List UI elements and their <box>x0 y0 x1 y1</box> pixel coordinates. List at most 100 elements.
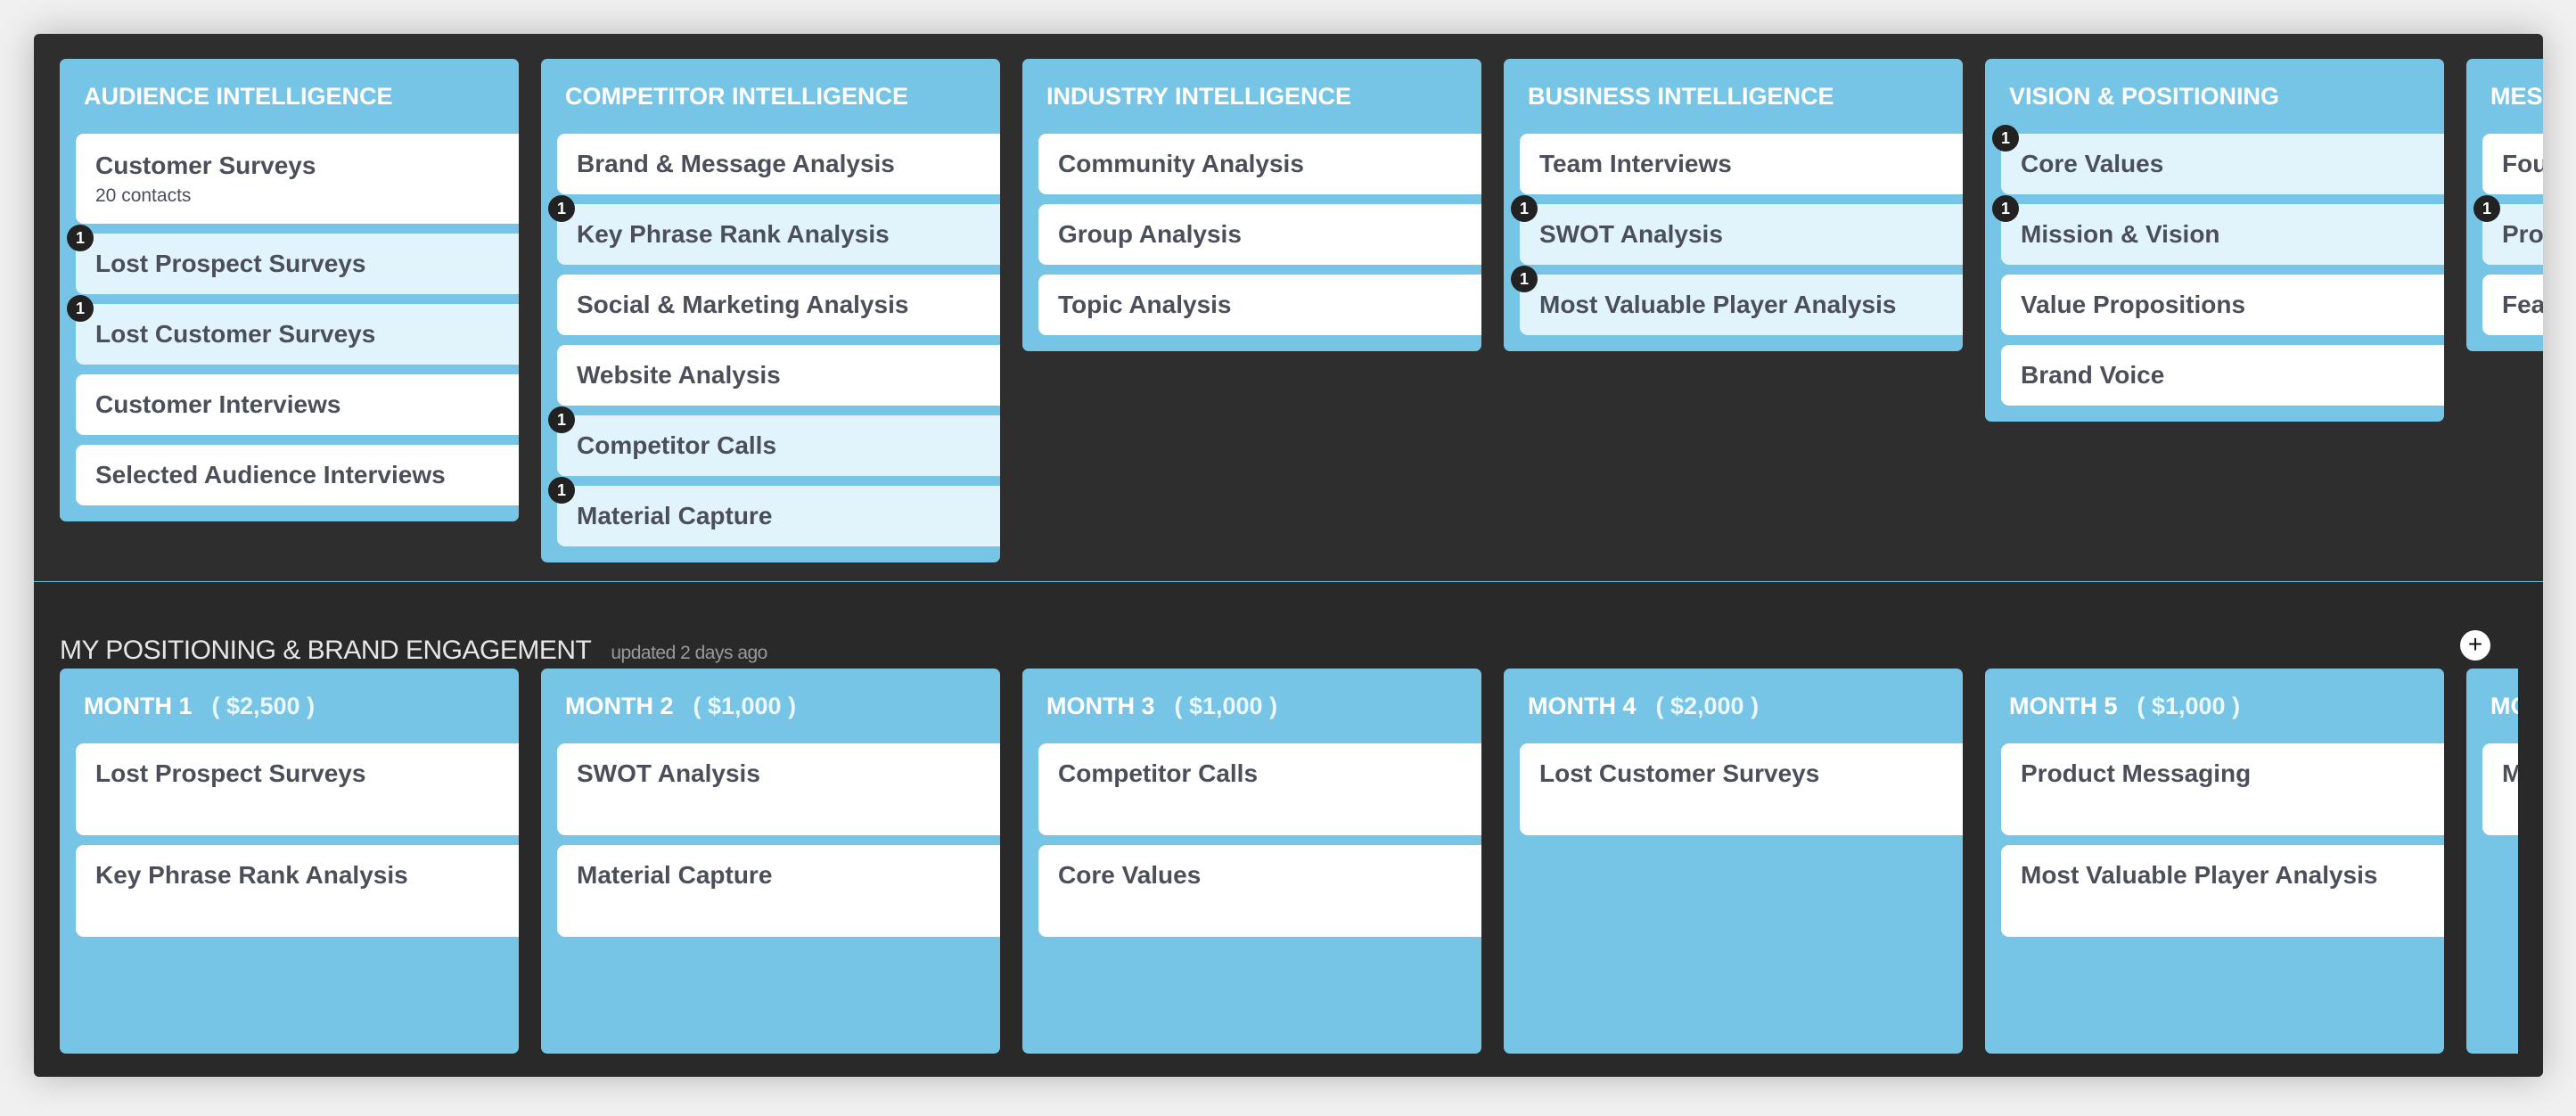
engagement-section: MY POSITIONING & BRAND ENGAGEMENT updated… <box>34 581 2543 1077</box>
list-item[interactable]: Fea <box>2482 275 2543 335</box>
month-label: MONTH 2 <box>565 693 674 719</box>
count-badge: 1 <box>1511 195 1538 222</box>
item-label: Core Values <box>2021 150 2164 177</box>
item-label: Lost Customer Surveys <box>1539 759 1820 787</box>
item-label: Website Analysis <box>577 361 781 389</box>
column-title: INDUSTRY INTELLIGENCE <box>1046 83 1352 110</box>
month-item[interactable]: Material Capture <box>557 845 1000 937</box>
list-item[interactable]: Brand & Message Analysis <box>557 134 1000 194</box>
list-item[interactable]: Team Interviews <box>1520 134 1963 194</box>
item-label: Fea <box>2502 291 2543 318</box>
board-panel: AUDIENCE INTELLIGENCE Customer Surveys 20 … <box>34 34 2543 1077</box>
list-item[interactable]: Lost Prospect Surveys 1 <box>67 225 519 294</box>
category-column: COMPETITOR INTELLIGENCE Brand & Message A… <box>541 59 1000 562</box>
item-label: Most Valuable Player Analysis <box>1539 291 1897 318</box>
item-label: Fou <box>2502 150 2543 177</box>
list-item[interactable]: Social & Marketing Analysis <box>557 275 1000 335</box>
item-label: Competitor Calls <box>1058 759 1259 787</box>
list-item[interactable]: Customer Surveys 20 contacts <box>76 134 519 224</box>
updated-timestamp: updated 2 days ago <box>611 643 767 663</box>
month-item[interactable]: Competitor Calls <box>1038 743 1481 835</box>
list-item[interactable]: Customer Interviews <box>76 374 519 435</box>
month-amount: ( $2,500 ) <box>211 693 316 719</box>
list-item[interactable]: Value Propositions <box>2001 275 2444 335</box>
add-month-button[interactable]: + <box>2460 630 2490 661</box>
section-header: MY POSITIONING & BRAND ENGAGEMENT updated… <box>60 636 767 666</box>
item-label: Mission & Vision <box>2021 220 2220 248</box>
month-item[interactable]: M <box>2482 743 2518 835</box>
month-column: MO M <box>2466 669 2518 1054</box>
count-badge: 1 <box>2473 195 2500 222</box>
category-column: AUDIENCE INTELLIGENCE Customer Surveys 20 … <box>60 59 519 521</box>
item-label: SWOT Analysis <box>1539 220 1723 248</box>
month-column: MONTH 2 ( $1,000 ) SWOT Analysis Material C… <box>541 669 1000 1054</box>
list-item[interactable]: Competitor Calls 1 <box>548 406 1000 476</box>
month-label: MONTH 5 <box>2009 693 2118 719</box>
list-item[interactable]: Community Analysis <box>1038 134 1481 194</box>
plus-icon: + <box>2467 630 2483 658</box>
count-badge: 1 <box>1511 266 1538 292</box>
item-list: Core Values 1 Mission & Vision 1 Value Propo… <box>1985 125 2444 406</box>
month-item[interactable]: Key Phrase Rank Analysis <box>76 845 519 937</box>
list-item[interactable]: Brand Voice <box>2001 345 2444 406</box>
month-column: MONTH 5 ( $1,000 ) Product Messaging Most V… <box>1985 669 2444 1054</box>
item-list: Customer Surveys 20 contacts Lost Prospect… <box>60 134 519 505</box>
item-list: Team Interviews SWOT Analysis 1 Most Valuab… <box>1504 134 1963 335</box>
list-item[interactable]: Mission & Vision 1 <box>1992 195 2444 265</box>
item-label: Competitor Calls <box>577 431 777 459</box>
item-label: Material Capture <box>577 861 773 889</box>
month-amount: ( $1,000 ) <box>1174 693 1278 719</box>
month-item[interactable]: Lost Customer Surveys <box>1520 743 1963 835</box>
list-item[interactable]: Group Analysis <box>1038 204 1481 265</box>
list-item[interactable]: Pro 1 <box>2473 195 2543 265</box>
month-label: MONTH 1 <box>84 693 193 719</box>
item-label: Material Capture <box>577 502 773 529</box>
count-badge: 1 <box>1992 195 2019 222</box>
month-label: MO <box>2490 693 2518 719</box>
item-label: Brand Voice <box>2021 361 2165 389</box>
month-column: MONTH 1 ( $2,500 ) Lost Prospect Surveys Ke… <box>60 669 519 1054</box>
month-item[interactable]: Core Values <box>1038 845 1481 937</box>
category-column: BUSINESS INTELLIGENCE Team Interviews SWOT… <box>1504 59 1963 351</box>
item-label: Key Phrase Rank Analysis <box>95 861 408 889</box>
month-item[interactable]: SWOT Analysis <box>557 743 1000 835</box>
list-item[interactable]: Topic Analysis <box>1038 275 1481 335</box>
item-subtext: 20 contacts <box>95 185 192 206</box>
column-title: VISION & POSITIONING <box>2009 83 2280 110</box>
item-label: Brand & Message Analysis <box>577 150 895 177</box>
count-badge: 1 <box>548 477 575 504</box>
month-title: MONTH 5 ( $1,000 ) <box>1985 669 2444 743</box>
column-title: MES <box>2490 83 2543 110</box>
category-column: MES Fou Pro 1 Fea <box>2466 59 2543 351</box>
month-row: MONTH 1 ( $2,500 ) Lost Prospect Surveys Ke… <box>60 669 2518 1054</box>
item-list: Brand & Message Analysis Key Phrase Rank … <box>541 134 1000 546</box>
item-list: Community Analysis Group Analysis Topic An… <box>1022 134 1481 335</box>
item-label: Social & Marketing Analysis <box>577 291 909 318</box>
list-item[interactable]: SWOT Analysis 1 <box>1511 195 1963 265</box>
month-amount: ( $2,000 ) <box>1655 693 1760 719</box>
list-item[interactable]: Key Phrase Rank Analysis 1 <box>548 195 1000 265</box>
month-item[interactable]: Lost Prospect Surveys <box>76 743 519 835</box>
category-row: AUDIENCE INTELLIGENCE Customer Surveys 20 … <box>60 59 2543 562</box>
count-badge: 1 <box>548 195 575 222</box>
list-item[interactable]: Most Valuable Player Analysis 1 <box>1511 266 1963 335</box>
month-item[interactable]: Product Messaging <box>2001 743 2444 835</box>
list-item[interactable]: Core Values 1 <box>1992 125 2444 194</box>
month-item[interactable]: Most Valuable Player Analysis <box>2001 845 2444 937</box>
item-label: Value Propositions <box>2021 291 2246 318</box>
item-label: Lost Prospect Surveys <box>95 250 366 277</box>
list-item[interactable]: Lost Customer Surveys 1 <box>67 295 519 365</box>
column-title: COMPETITOR INTELLIGENCE <box>565 83 909 110</box>
item-label: Team Interviews <box>1539 150 1732 177</box>
item-label: Community Analysis <box>1058 150 1304 177</box>
list-item[interactable]: Material Capture 1 <box>548 477 1000 546</box>
item-label: Topic Analysis <box>1058 291 1232 318</box>
item-label: Customer Surveys <box>95 151 316 179</box>
count-badge: 1 <box>67 295 94 322</box>
item-label: Pro <box>2502 220 2543 248</box>
item-label: Group Analysis <box>1058 220 1242 248</box>
item-list: Fou Pro 1 Fea <box>2466 134 2543 335</box>
list-item[interactable]: Website Analysis <box>557 345 1000 406</box>
list-item[interactable]: Selected Audience Interviews <box>76 445 519 505</box>
list-item[interactable]: Fou <box>2482 134 2543 194</box>
